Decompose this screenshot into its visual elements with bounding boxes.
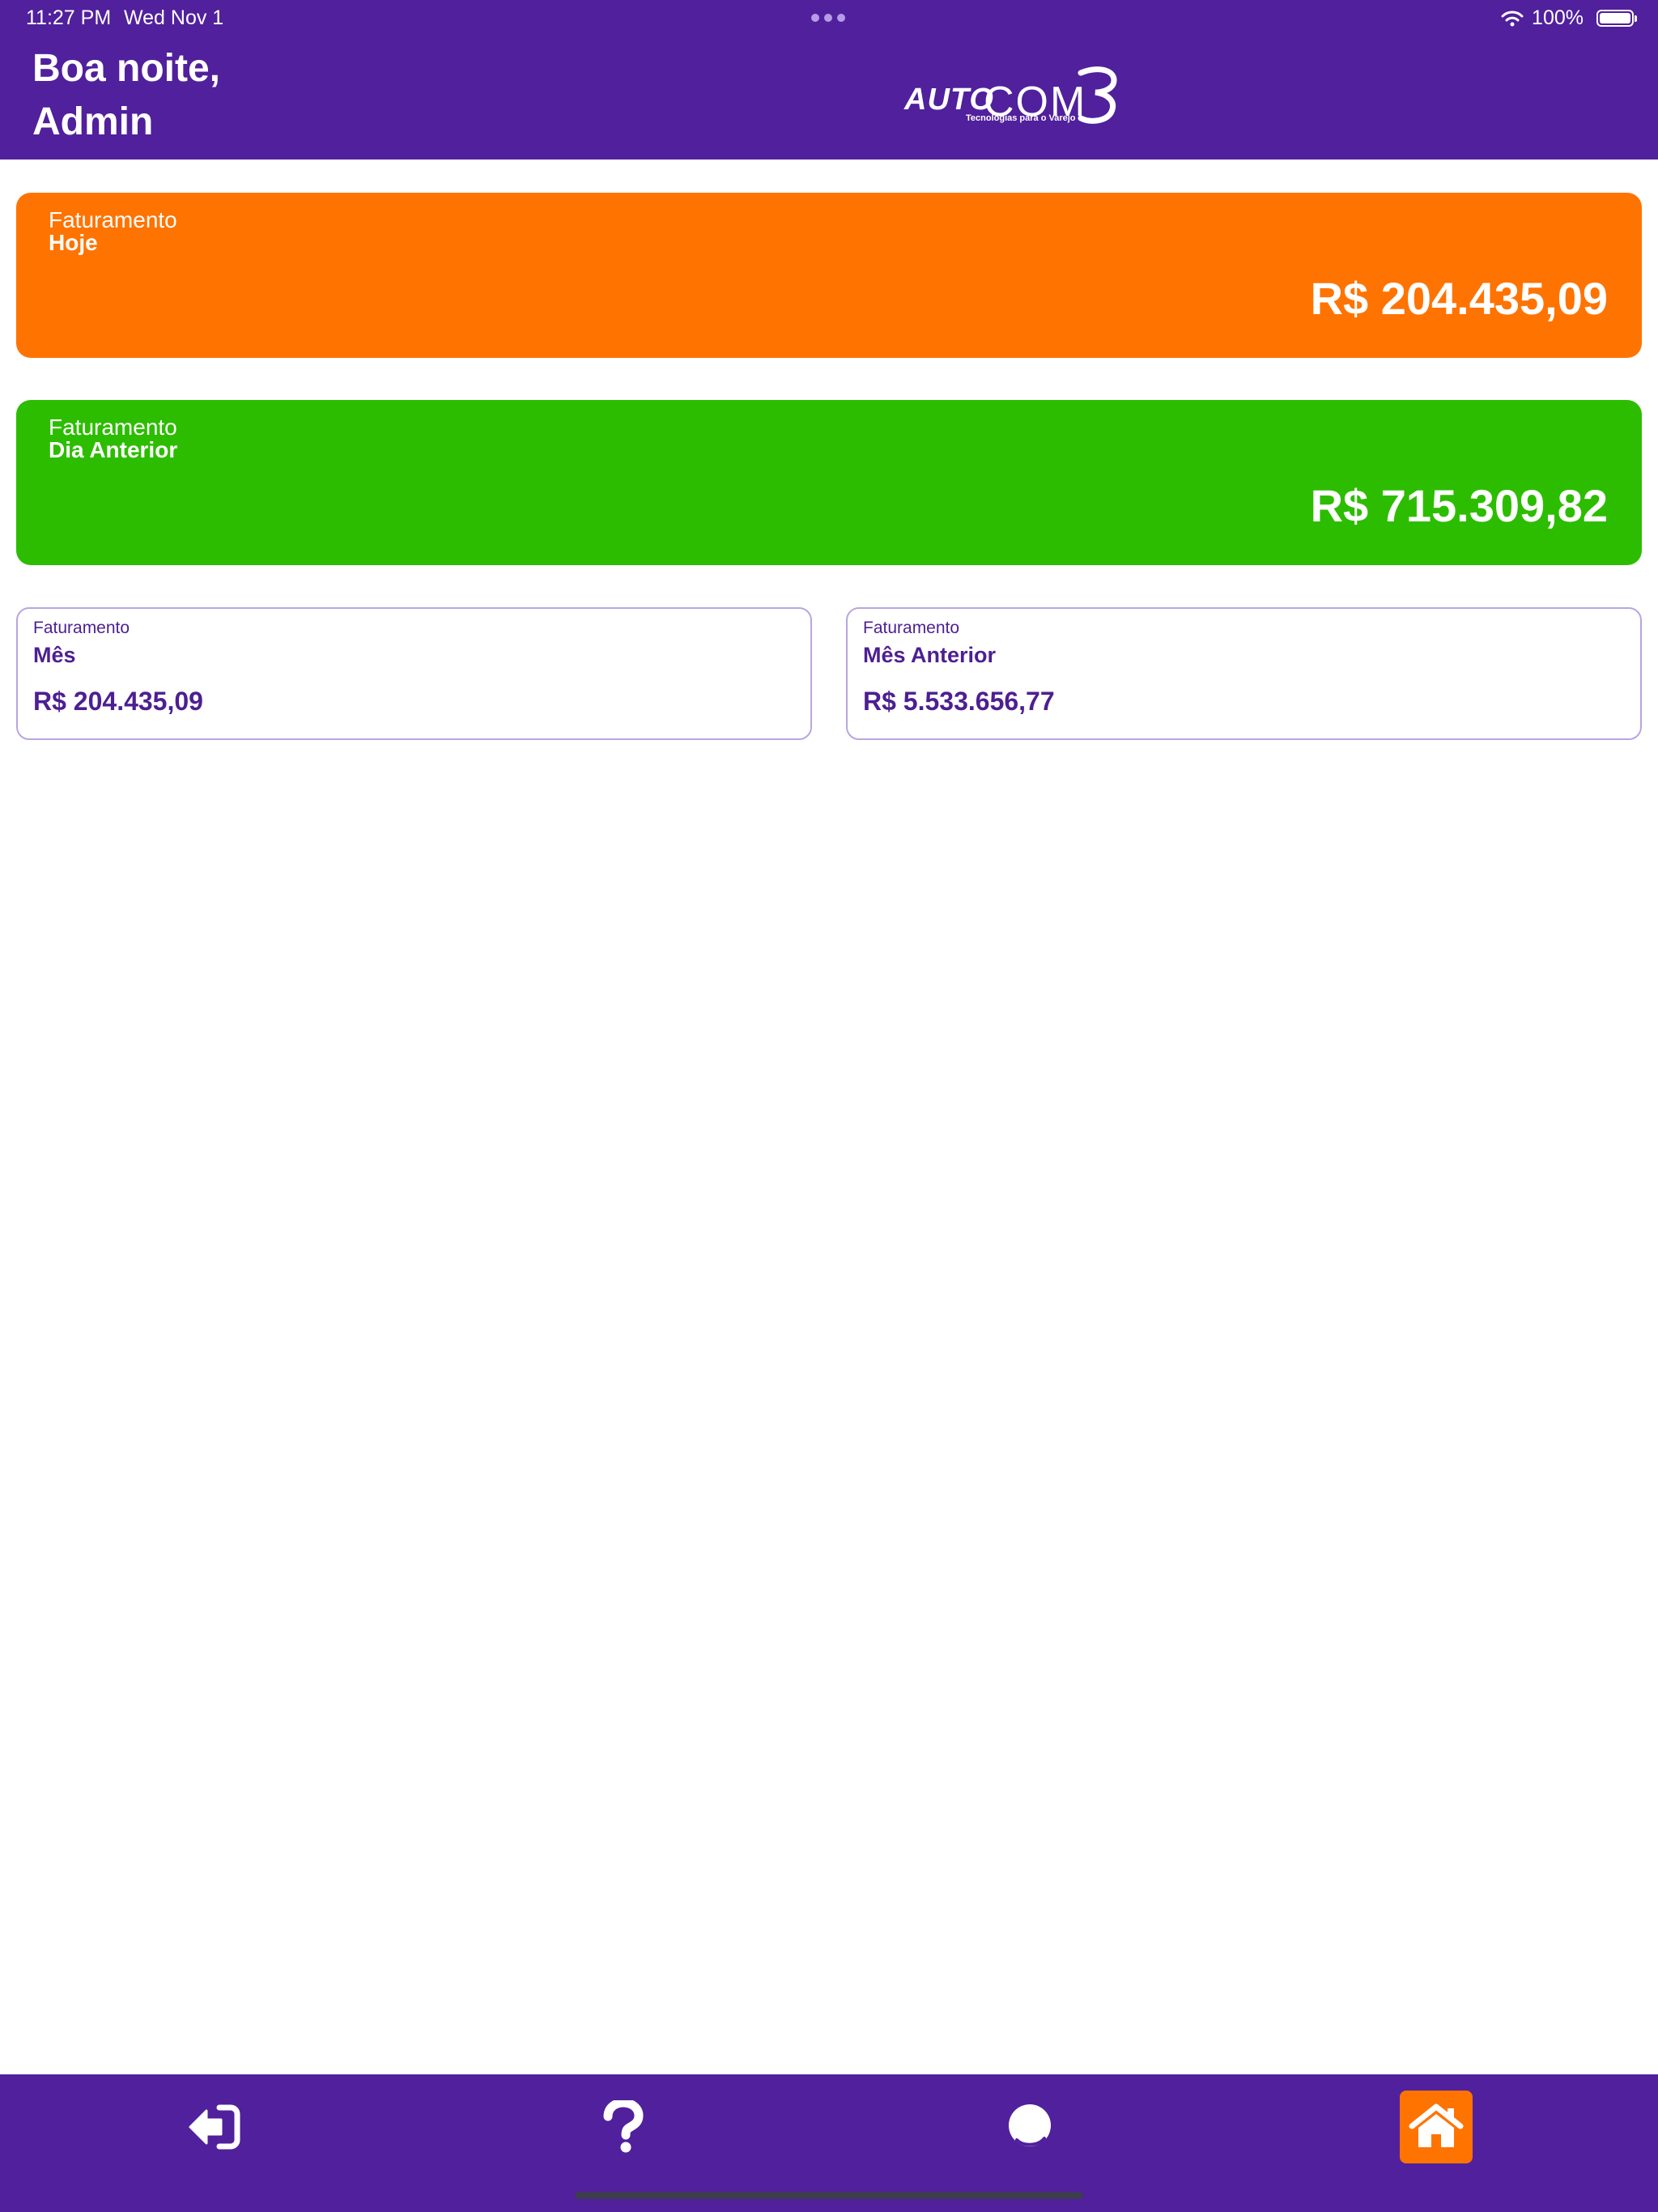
logout-icon — [189, 2104, 240, 2150]
help-button[interactable] — [587, 2091, 660, 2163]
revenue-previous-month-label: Faturamento — [863, 619, 960, 637]
help-icon — [603, 2100, 644, 2153]
revenue-today-card[interactable]: Faturamento Hoje R$ 204.435,09 — [16, 193, 1642, 358]
multitasking-dots-icon[interactable] — [811, 14, 845, 22]
revenue-today-period: Hoje — [49, 230, 98, 255]
status-bar: 11:27 PM Wed Nov 1 100% — [0, 0, 1658, 39]
logo-tagline: Tecnologias para o Varejo — [966, 113, 1076, 123]
revenue-month-period: Mês — [33, 643, 76, 667]
logout-button[interactable] — [178, 2091, 251, 2163]
status-time: 11:27 PM — [26, 6, 112, 29]
home-indicator[interactable] — [575, 2192, 1083, 2199]
wifi-icon — [1501, 11, 1524, 26]
logo-auto-text: AUTO — [904, 83, 994, 117]
status-indicators: 100% — [1501, 6, 1637, 30]
revenue-yesterday-value: R$ 715.309,82 — [1310, 480, 1608, 531]
greeting: Boa noite, Admin — [32, 42, 220, 149]
revenue-previous-month-card[interactable]: Faturamento Mês Anterior R$ 5.533.656,77 — [846, 607, 1642, 740]
autocom-logo: AUTO COM Tecnologias para o Varejo — [904, 66, 1123, 133]
logo-swoosh-icon — [1078, 66, 1117, 124]
revenue-month-card[interactable]: Faturamento Mês R$ 204.435,09 — [16, 607, 812, 740]
revenue-previous-month-period: Mês Anterior — [863, 643, 997, 667]
battery-percentage: 100% — [1532, 6, 1584, 29]
bottom-navigation-bar — [0, 2074, 1658, 2212]
chat-button[interactable] — [993, 2091, 1066, 2163]
revenue-month-value: R$ 204.435,09 — [33, 687, 203, 716]
home-icon — [1409, 2104, 1464, 2147]
revenue-today-value: R$ 204.435,09 — [1310, 273, 1608, 324]
greeting-salutation: Boa noite, — [32, 47, 221, 90]
greeting-user-name: Admin — [32, 100, 154, 143]
revenue-today-label: Faturamento — [49, 207, 177, 232]
revenue-month-label: Faturamento — [33, 619, 130, 637]
revenue-yesterday-card[interactable]: Faturamento Dia Anterior R$ 715.309,82 — [16, 400, 1642, 565]
revenue-previous-month-value: R$ 5.533.656,77 — [863, 687, 1055, 716]
revenue-yesterday-period: Dia Anterior — [49, 437, 178, 462]
chat-icon — [1009, 2104, 1051, 2146]
home-button[interactable] — [1400, 2091, 1473, 2163]
status-date: Wed Nov 1 — [124, 6, 224, 29]
app-header: 11:27 PM Wed Nov 1 100% Boa noite, Admin… — [0, 0, 1658, 160]
revenue-yesterday-label: Faturamento — [49, 415, 177, 440]
battery-icon — [1596, 10, 1637, 27]
